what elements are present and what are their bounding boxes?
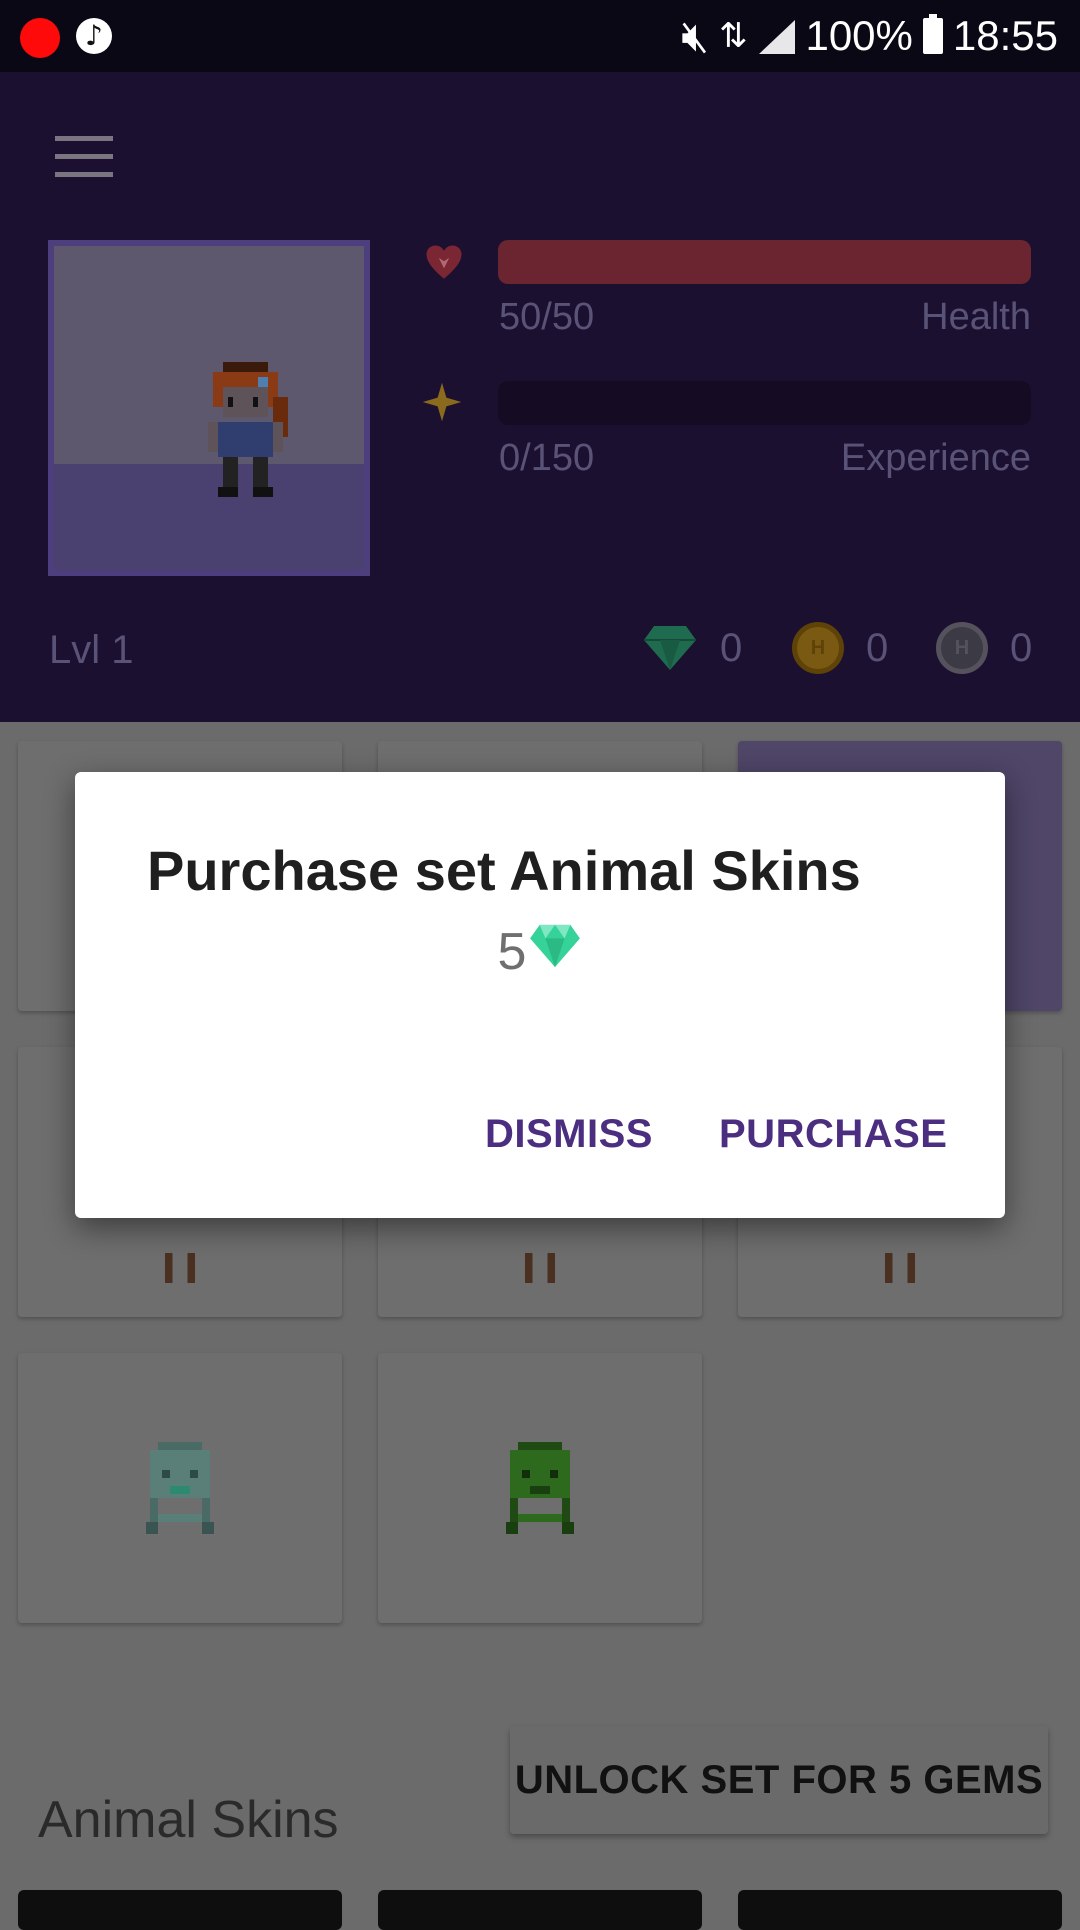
skin-tile[interactable] (18, 1890, 342, 1930)
skin-tile[interactable] (738, 1890, 1062, 1930)
gem-icon (644, 626, 696, 670)
gold-balance: H 0 (792, 620, 888, 676)
gem-balance: 0 (642, 620, 742, 676)
battery-percent: 100% (805, 12, 913, 59)
price-value: 5 (497, 923, 527, 981)
status-icons: 🔇︎ ⇅ 100% 18:55 (681, 10, 1058, 62)
silver-coin-icon: H (936, 622, 988, 674)
experience-bar (498, 381, 1031, 425)
skin-tile[interactable] (378, 1353, 702, 1623)
gem-icon (530, 924, 581, 968)
character-header: 50/50 Health 0/150 Experience Lvl 1 0 H … (0, 72, 1080, 722)
music-icon (76, 18, 112, 54)
battery-icon (922, 14, 943, 54)
avatar[interactable] (48, 240, 370, 576)
dismiss-button[interactable]: DISMISS (485, 1112, 653, 1157)
gold-count: 0 (866, 625, 889, 670)
heart-icon (426, 245, 462, 279)
level-label: Lvl 1 (49, 628, 134, 672)
health-bar (498, 240, 1031, 284)
green-creature-sprite (506, 1442, 574, 1534)
hourglass-count: 0 (1010, 625, 1033, 670)
status-bar: 🔇︎ ⇅ 100% 18:55 (0, 0, 1080, 72)
hamburger-icon[interactable] (55, 136, 113, 178)
section-title: Animal Skins (38, 1791, 339, 1849)
record-dot-icon (20, 18, 60, 58)
purchase-dialog: Purchase set Animal Skins 5 DISMISS PURC… (75, 772, 1005, 1218)
gem-count: 0 (720, 625, 743, 670)
skin-tile[interactable] (18, 1353, 342, 1623)
wifi-icon: ⇅ (718, 16, 748, 56)
blue-creature-sprite (146, 1442, 214, 1534)
purchase-button[interactable]: PURCHASE (719, 1112, 947, 1157)
signal-icon (757, 18, 796, 54)
health-value: 50/50 (499, 296, 595, 338)
creature-sprite (885, 1253, 915, 1284)
creature-sprite (165, 1253, 195, 1284)
skin-tile[interactable] (378, 1890, 702, 1930)
experience-value: 0/150 (499, 437, 595, 479)
star-icon (422, 382, 462, 422)
mute-icon: 🔇︎ (681, 10, 709, 62)
experience-label: Experience (840, 437, 1031, 479)
character-sprite (208, 362, 288, 497)
unlock-set-button[interactable]: UNLOCK SET FOR 5 GEMS (510, 1726, 1048, 1834)
gold-coin-icon: H (792, 622, 844, 674)
creature-sprite (525, 1253, 555, 1284)
dialog-title: Purchase set Animal Skins (147, 839, 861, 902)
price: 5 (75, 922, 1005, 982)
clock: 18:55 (952, 12, 1058, 59)
health-label: Health (921, 296, 1031, 338)
hourglass-balance: H 0 (936, 620, 1032, 676)
